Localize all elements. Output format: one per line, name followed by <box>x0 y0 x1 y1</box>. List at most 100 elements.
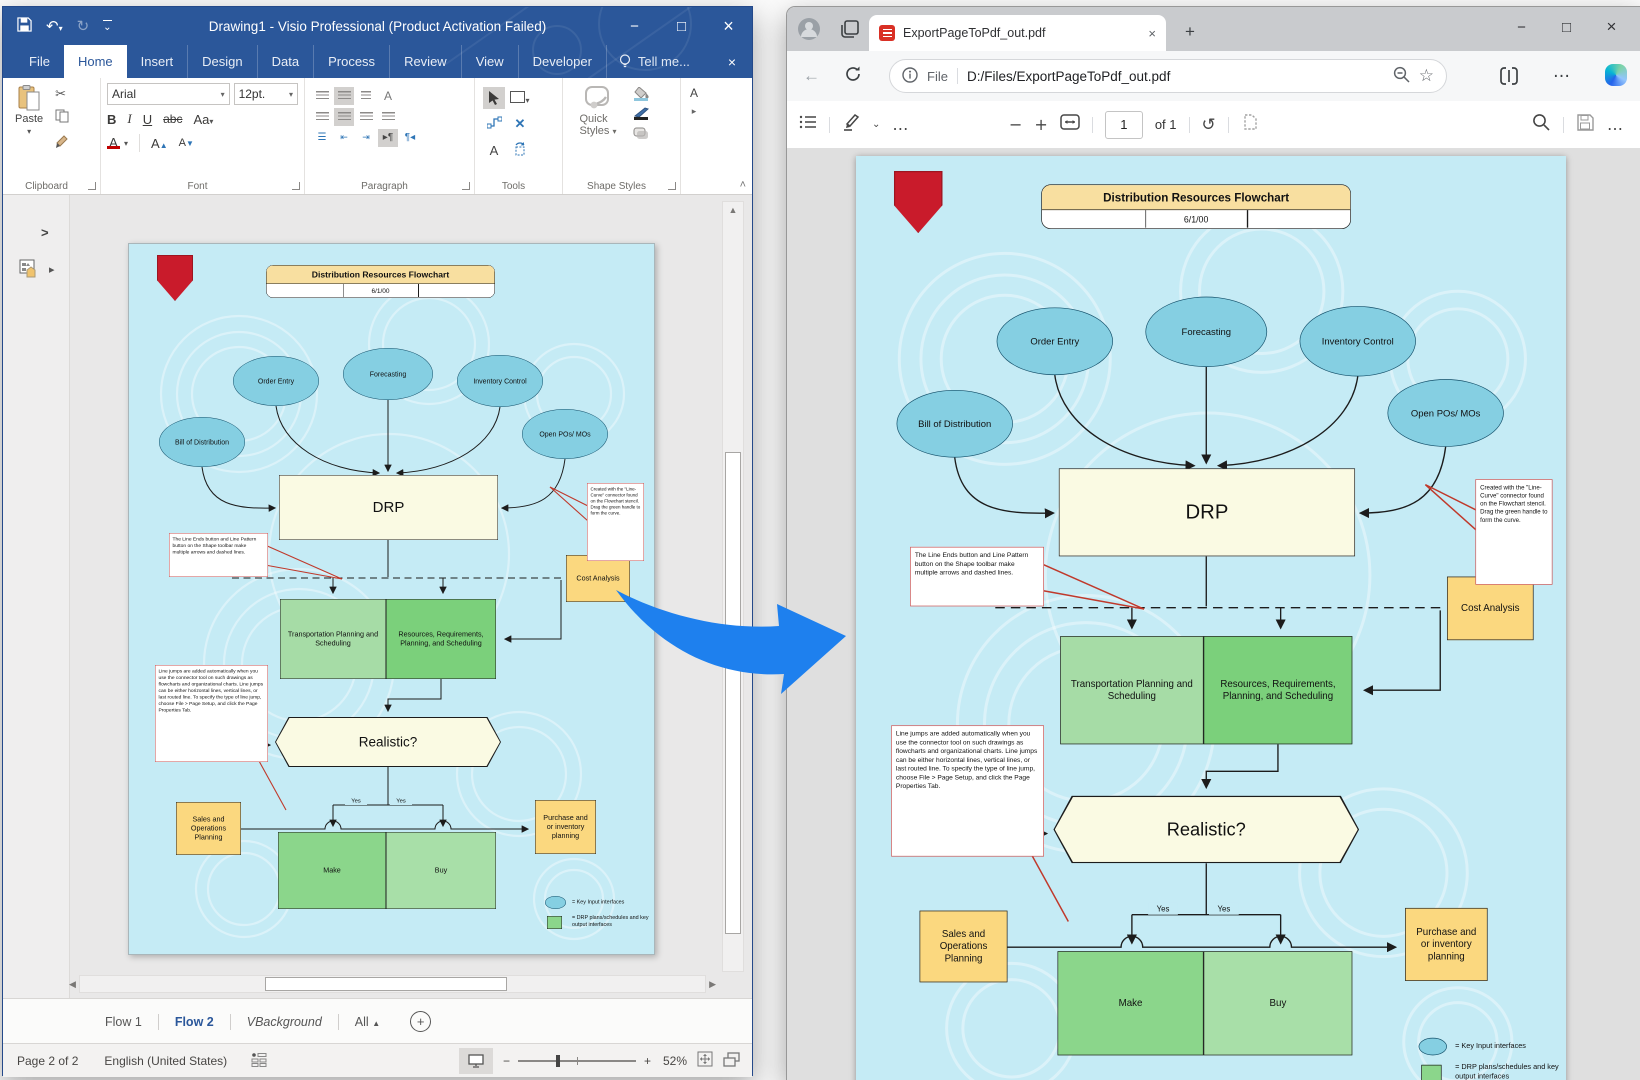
fc-callout-line_ends[interactable]: The Line Ends button and Line Pattern bu… <box>169 533 268 577</box>
zoom-out-icon[interactable]: − <box>1009 115 1022 134</box>
fc-callout-line_jumps[interactable]: Line jumps are added automatically when … <box>155 665 268 762</box>
new-tab-button[interactable]: + <box>1185 22 1195 42</box>
ribbon-close-icon[interactable]: × <box>712 45 752 78</box>
tab-view[interactable]: View <box>461 45 518 78</box>
horizontal-scrollbar[interactable]: ◀ ▶ <box>69 974 716 994</box>
shrink-font-button[interactable]: A▼ <box>179 137 194 149</box>
fc-title[interactable]: Distribution Resources Flowchart <box>267 266 495 285</box>
rtl-paragraph-icon[interactable]: ¶◂ <box>400 129 420 147</box>
clipboard-dialog-launcher[interactable] <box>88 182 96 190</box>
fc-callout-line_curve[interactable]: Created with the "Line-Curve" connector … <box>587 483 644 561</box>
rotate-icon[interactable]: ↺ <box>1202 115 1216 135</box>
pen-dropdown-icon[interactable]: ⌄ <box>872 119 880 130</box>
flowchart-content[interactable]: Distribution Resources Flowchart 6/1/00O… <box>129 244 654 954</box>
fit-width-icon[interactable] <box>1060 114 1080 135</box>
font-color-dropdown[interactable]: ▾ <box>124 139 128 148</box>
tab-home[interactable]: Home <box>64 45 127 78</box>
grow-font-button[interactable]: A▲ <box>151 136 168 151</box>
fc-title-table[interactable]: Distribution Resources Flowchart 6/1/00 <box>266 265 495 298</box>
zoom-out-icon[interactable]: − <box>503 1054 510 1068</box>
page-view-icon[interactable] <box>1241 113 1259 136</box>
save-icon[interactable] <box>1577 114 1594 136</box>
cut-icon[interactable]: ✂ <box>55 87 69 102</box>
italic-button[interactable]: I <box>127 111 131 127</box>
undo-icon[interactable]: ↶▾ <box>46 17 63 35</box>
zoom-out-page-icon[interactable] <box>1393 66 1410 86</box>
minimize-button[interactable]: − <box>1499 7 1544 47</box>
tab-file[interactable]: File <box>15 45 64 78</box>
minimize-button[interactable]: − <box>611 7 658 45</box>
tell-me-box[interactable]: Tell me... <box>606 45 702 78</box>
font-color-button[interactable]: A <box>107 137 120 149</box>
quick-styles-button[interactable]: QuickStyles ▾ <box>569 83 627 176</box>
rectangle-tool-icon[interactable]: ▾ <box>510 91 529 106</box>
stencil-icon[interactable] <box>19 259 45 286</box>
align-middle-icon[interactable] <box>334 87 354 105</box>
change-case-button[interactable]: Aa▾ <box>193 112 213 127</box>
pdf-viewer[interactable]: Distribution Resources Flowchart 6/1/00O… <box>787 148 1640 1080</box>
fc-node-bill_of_distribution[interactable]: Bill of Distribution <box>159 417 245 467</box>
pointer-tool-icon[interactable] <box>483 87 505 109</box>
fc-node-inventory_control[interactable]: Inventory Control <box>457 355 543 407</box>
close-tab-icon[interactable]: × <box>1148 26 1156 41</box>
align-left-icon[interactable] <box>312 108 332 126</box>
redo-icon[interactable]: ↻ <box>77 17 90 35</box>
switch-windows-icon[interactable] <box>723 1052 740 1070</box>
connection-point-tool-icon[interactable]: ✕ <box>515 116 526 132</box>
tab-process[interactable]: Process <box>313 45 389 78</box>
toolbar-more-icon[interactable]: … <box>892 115 909 134</box>
refresh-icon[interactable] <box>844 65 862 88</box>
copilot-icon[interactable] <box>1605 64 1627 86</box>
stencil-expand-icon[interactable]: ▸ <box>49 263 55 276</box>
back-icon[interactable]: ← <box>803 66 820 86</box>
fc-node-transportation[interactable]: Transportation Planning and Scheduling <box>280 599 386 679</box>
expand-shapes-icon[interactable]: > <box>41 225 49 240</box>
align-top-icon[interactable] <box>312 87 332 105</box>
font-dialog-launcher[interactable] <box>292 182 300 190</box>
browser-tab[interactable]: ExportPageToPdf_out.pdf × <box>869 15 1166 51</box>
fc-legend-oval-label[interactable]: = Key Input interfaces <box>572 897 652 907</box>
bullets-icon[interactable]: ☰ <box>312 129 332 147</box>
address-bar[interactable]: File D:/Files/ExportPageToPdf_out.pdf ☆ <box>889 59 1447 93</box>
fc-node-buy[interactable]: Buy <box>386 832 496 909</box>
search-icon[interactable] <box>1532 113 1550 136</box>
fill-color-icon[interactable] <box>633 87 649 101</box>
decrease-indent-icon[interactable]: ⇤ <box>334 129 354 147</box>
page-tab-flow2[interactable]: Flow 2 <box>159 1015 230 1029</box>
close-button[interactable]: × <box>705 7 752 45</box>
tab-groups-icon[interactable] <box>839 18 861 45</box>
fc-node-make[interactable]: Make <box>278 832 386 909</box>
ltr-paragraph-icon[interactable]: ▸¶ <box>378 129 398 147</box>
horizontal-scroll-thumb[interactable] <box>265 977 507 991</box>
zoom-level[interactable]: 52% <box>663 1054 687 1068</box>
split-screen-icon[interactable] <box>1499 66 1519 91</box>
fc-legend-oval[interactable] <box>545 896 566 909</box>
tab-data[interactable]: Data <box>257 45 313 78</box>
zoom-in-icon[interactable]: + <box>644 1054 651 1068</box>
font-size-combo[interactable]: 12pt.▾ <box>234 83 298 105</box>
fc-node-resources[interactable]: Resources, Requirements, Planning, and S… <box>386 599 496 679</box>
collapse-ribbon-icon[interactable]: ˄ <box>740 179 746 191</box>
fc-label-yes-right[interactable]: Yes <box>390 796 412 805</box>
shape-styles-dialog-launcher[interactable] <box>668 182 676 190</box>
increase-indent-icon[interactable]: ⇥ <box>356 129 376 147</box>
justify-icon[interactable] <box>378 108 398 126</box>
toc-icon[interactable] <box>799 114 817 135</box>
fc-legend-square[interactable] <box>547 916 562 929</box>
page-number-input[interactable]: 1 <box>1105 111 1143 139</box>
underline-button[interactable]: U <box>143 112 152 127</box>
settings-more-icon[interactable]: … <box>1553 62 1571 82</box>
zoom-slider-thumb[interactable] <box>556 1055 560 1067</box>
line-color-icon[interactable] <box>633 107 649 120</box>
info-icon[interactable] <box>902 67 918 86</box>
zoom-in-icon[interactable]: + <box>1034 115 1047 134</box>
maximize-button[interactable]: □ <box>658 7 705 45</box>
language-indicator[interactable]: English (United States) <box>104 1054 227 1068</box>
paragraph-dialog-launcher[interactable] <box>462 182 470 190</box>
profile-icon[interactable] <box>797 17 821 41</box>
page-tab-flow1[interactable]: Flow 1 <box>89 1015 158 1029</box>
fc-node-forecasting[interactable]: Forecasting <box>343 348 433 400</box>
tab-developer[interactable]: Developer <box>518 45 606 78</box>
address-url[interactable]: D:/Files/ExportPageToPdf_out.pdf <box>967 69 1384 84</box>
fc-node-purchase[interactable]: Purchase and or inventory planning <box>535 800 596 854</box>
